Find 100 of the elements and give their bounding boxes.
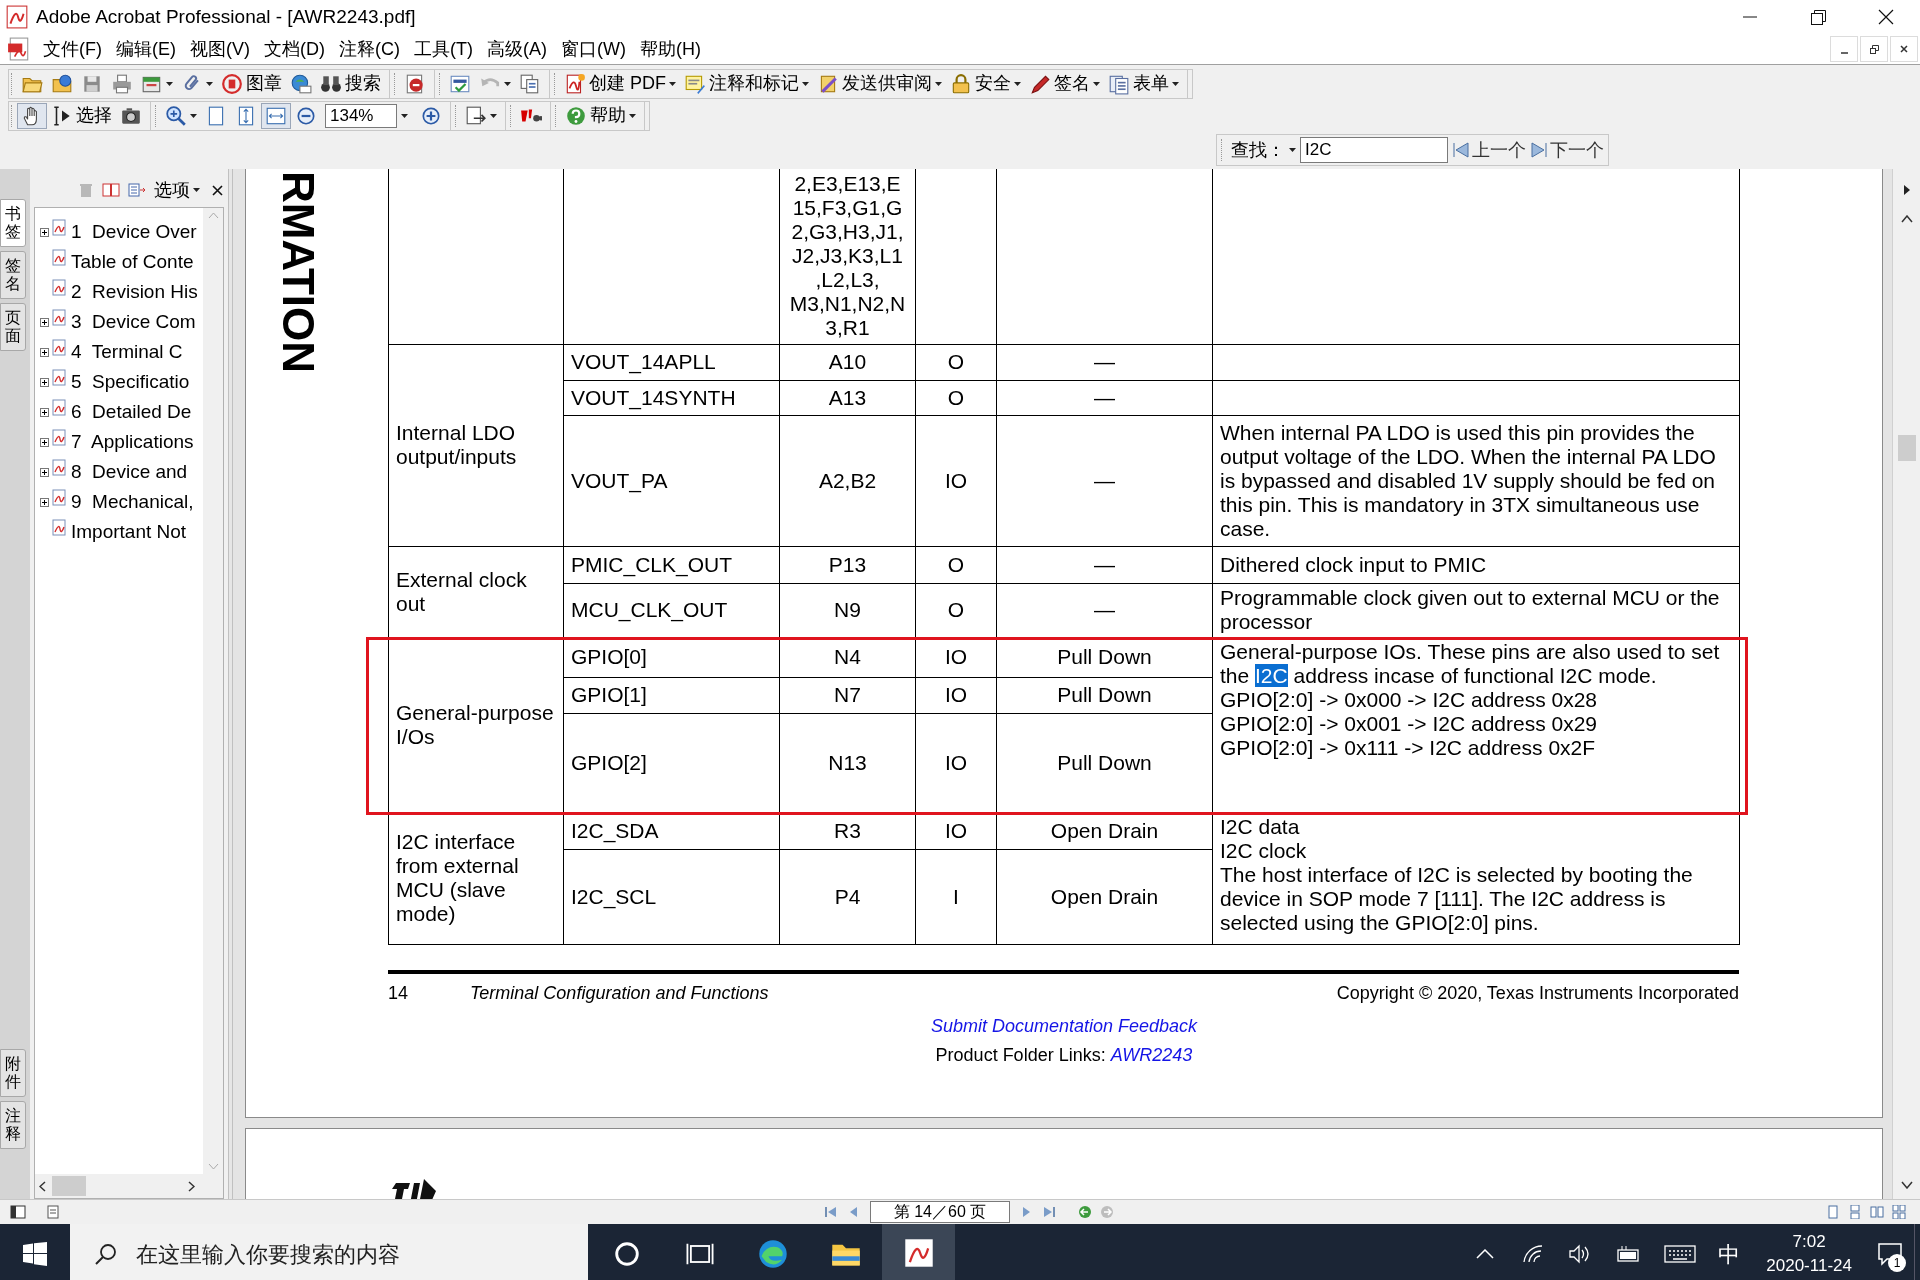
menu-item[interactable]: 窗口(W) <box>553 35 633 63</box>
expand-icon[interactable] <box>40 377 49 387</box>
keyboard-icon[interactable] <box>1664 1244 1697 1264</box>
expand-icon[interactable] <box>40 497 49 507</box>
table-cell: IO <box>944 683 968 706</box>
help-icon <box>565 104 587 127</box>
globe-envelope-icon <box>290 72 312 95</box>
scrollbar-thumb[interactable] <box>52 1176 86 1196</box>
next-icon <box>1530 141 1548 159</box>
bookmark-item[interactable]: 9 Mechanical, <box>71 487 194 517</box>
bookmark-item[interactable]: 3 Device Com <box>71 307 196 337</box>
options-button[interactable]: 选项 <box>154 176 200 204</box>
toolbar-button[interactable]: 发送供审阅 <box>813 70 946 97</box>
zoom-field[interactable]: 134% <box>325 103 397 128</box>
bookmark-item[interactable]: 5 Specificatio <box>71 367 190 397</box>
side-tab[interactable]: 注释 <box>0 1101 26 1149</box>
toolbar-button[interactable]: 注释和标记 <box>680 70 813 97</box>
side-tab[interactable]: 页面 <box>0 303 26 351</box>
bookmark-item[interactable]: 7 Applications <box>71 427 194 457</box>
bookmark-item[interactable]: 2 Revision His <box>71 277 198 307</box>
trash-icon <box>78 182 94 198</box>
menu-item[interactable]: 文件(F) <box>36 35 109 63</box>
message-icon <box>1877 1242 1903 1266</box>
menu-item[interactable]: 帮助(H) <box>632 35 708 63</box>
menu-item[interactable]: 视图(V) <box>183 35 257 63</box>
bookmark-page-icon <box>52 459 68 477</box>
bookmark-item[interactable]: 1 Device Over <box>71 217 197 247</box>
toolbar-button[interactable]: 帮助 <box>561 102 640 129</box>
product-links-text: Product Folder Links: AWR2243 <box>935 1043 1193 1067</box>
scrollbar-thumb[interactable] <box>1897 435 1916 461</box>
notification-button[interactable]: 1 <box>1866 1224 1914 1280</box>
close-panel-button[interactable] <box>212 184 223 196</box>
menu-item[interactable]: 工具(T) <box>407 35 480 63</box>
windows-logo-icon <box>23 1242 47 1266</box>
minimize-icon <box>1743 16 1757 18</box>
caret-icon <box>1289 148 1296 152</box>
caret-icon <box>166 81 173 86</box>
product-link[interactable]: AWR2243 <box>1110 1044 1193 1065</box>
taskbar-app-button[interactable] <box>882 1224 955 1280</box>
expand-icon[interactable] <box>40 467 49 477</box>
menu-item[interactable]: 编辑(E) <box>109 35 183 63</box>
bookmark-page-icon <box>52 489 68 507</box>
input-method-button[interactable]: 中 <box>1718 1237 1741 1271</box>
toolbar-button[interactable]: 表单 <box>1104 70 1183 97</box>
bookmark-item[interactable]: 8 Device and <box>71 457 188 487</box>
chevron-up-icon[interactable] <box>1476 1249 1495 1259</box>
close-icon <box>212 184 223 196</box>
expand-icon[interactable] <box>40 227 49 237</box>
toolbar-button[interactable]: 选择 <box>47 102 116 129</box>
find-field[interactable]: I2C <box>1300 137 1448 163</box>
bookmark-item[interactable]: Important Not <box>71 517 187 547</box>
table-cell: Internal LDO output/inputs <box>396 421 517 468</box>
wifi-icon[interactable] <box>1522 1244 1545 1264</box>
find-next-button[interactable]: 下一个 <box>1530 136 1604 164</box>
table-cell: PMIC_CLK_OUT <box>571 552 733 576</box>
toolbar-button[interactable]: 安全 <box>946 70 1025 97</box>
find-options-button[interactable]: 查找： <box>1231 136 1296 164</box>
toolbar-button[interactable] <box>17 102 47 129</box>
scroll-down-icon[interactable] <box>1900 1181 1913 1189</box>
toolbar-button[interactable]: 创建 PDF <box>560 70 680 97</box>
document-restore-button[interactable] <box>1860 36 1888 62</box>
bookmark-item[interactable]: Table of Conte <box>71 247 194 277</box>
caret-icon <box>1172 81 1179 86</box>
close-icon <box>1878 9 1894 25</box>
page-icon[interactable] <box>46 1205 60 1219</box>
toolbar-button[interactable]: 签名 <box>1025 70 1104 97</box>
side-tab[interactable]: 签名 <box>0 251 26 299</box>
expand-icon[interactable] <box>40 437 49 447</box>
toolbar-button[interactable]: 图章 <box>217 70 286 97</box>
expand-icon[interactable] <box>40 347 49 357</box>
taskbar-search-box[interactable]: 在这里输入你要搜索的内容 <box>70 1224 588 1280</box>
scroll-left-icon[interactable] <box>39 1180 46 1192</box>
bookmark-export-icon <box>128 182 146 198</box>
clock[interactable]: 7:02 2020-11-24 <box>1752 1230 1866 1278</box>
side-tab[interactable]: 附件 <box>0 1049 26 1097</box>
forward-icon <box>1100 1205 1114 1219</box>
folder-globe-icon <box>51 72 73 95</box>
caret-icon <box>193 188 200 192</box>
toolbar-button[interactable]: 搜索 <box>316 70 385 97</box>
window-title: Adobe Acrobat Professional - [AWR2243.pdf] <box>36 4 416 29</box>
scroll-up-icon[interactable] <box>1900 215 1913 223</box>
find-previous-button[interactable]: 上一个 <box>1452 136 1526 164</box>
menu-item[interactable]: 注释(C) <box>332 35 407 63</box>
feedback-link[interactable]: Submit Documentation Feedback <box>930 1012 1198 1040</box>
panel-toggle-icon[interactable] <box>10 1205 26 1219</box>
bookmark-item[interactable]: 4 Terminal C <box>71 337 183 367</box>
page-field[interactable]: 第 14／60 页 <box>870 1201 1010 1223</box>
expand-icon[interactable] <box>40 317 49 327</box>
panel-arrow-icon[interactable] <box>1902 185 1911 195</box>
zoom-combo[interactable]: 134% <box>325 103 412 128</box>
expand-icon[interactable] <box>40 407 49 417</box>
scroll-right-icon[interactable] <box>188 1180 195 1192</box>
bookmark-item[interactable]: 6 Detailed De <box>71 397 192 427</box>
menu-item[interactable]: 高级(A) <box>479 35 554 63</box>
side-tab[interactable]: 书签 <box>0 199 26 247</box>
table-cell: IO <box>944 750 968 774</box>
section-title: Terminal Configuration and Functions <box>470 981 769 1005</box>
table-cell: Pull Down <box>1057 645 1152 668</box>
table-cell: GPIO[0] <box>571 645 647 668</box>
menu-item[interactable]: 文档(D) <box>257 35 332 63</box>
